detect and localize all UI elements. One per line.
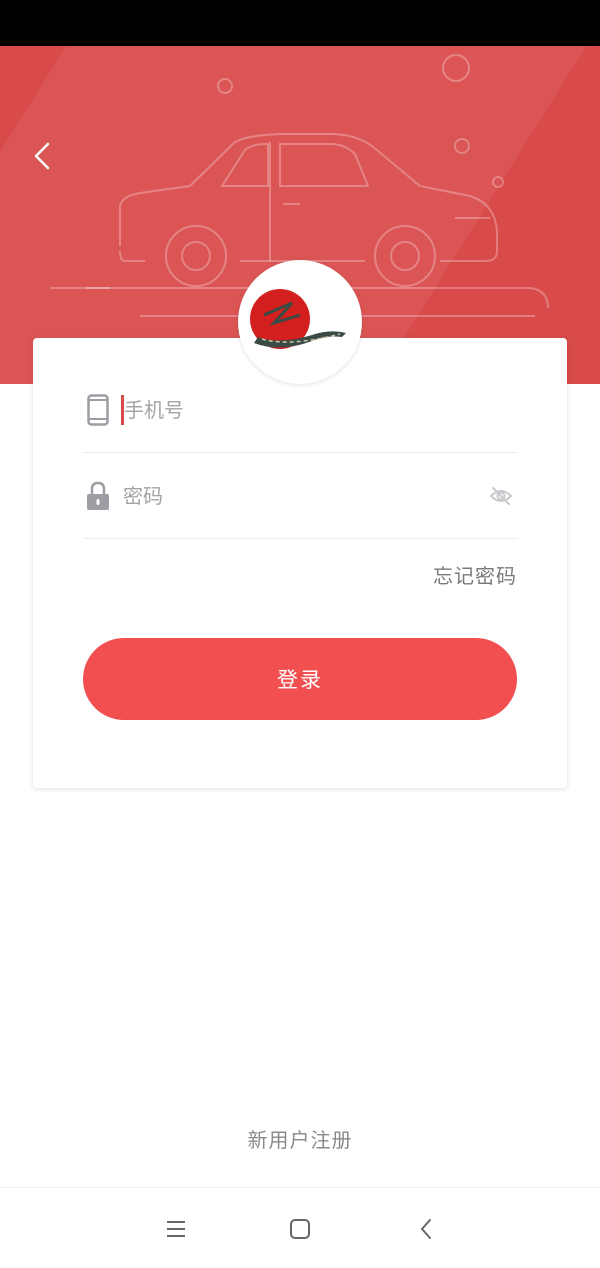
phone-icon	[83, 393, 113, 427]
app-logo	[238, 260, 362, 384]
login-card: 忘记密码 登录	[33, 338, 567, 788]
password-field[interactable]	[83, 454, 518, 539]
menu-icon	[167, 1221, 185, 1237]
forgot-password-link[interactable]: 忘记密码	[433, 560, 517, 589]
lock-icon	[83, 479, 113, 513]
nav-menu-button[interactable]	[159, 1212, 193, 1246]
nav-home-button[interactable]	[283, 1212, 317, 1246]
logo-mark	[250, 289, 346, 349]
register-link[interactable]: 新用户注册	[0, 1124, 600, 1153]
toggle-password-visibility[interactable]	[484, 479, 518, 513]
back-button[interactable]	[22, 138, 62, 174]
square-icon	[290, 1219, 310, 1239]
password-input[interactable]	[123, 484, 484, 508]
phone-input[interactable]	[124, 398, 518, 422]
system-navigation-bar	[0, 1187, 600, 1268]
chevron-left-icon	[34, 142, 50, 170]
eye-off-icon	[489, 487, 513, 505]
status-bar	[0, 0, 600, 46]
chevron-left-icon	[421, 1219, 431, 1239]
nav-back-button[interactable]	[409, 1212, 443, 1246]
login-button[interactable]: 登录	[83, 638, 517, 720]
